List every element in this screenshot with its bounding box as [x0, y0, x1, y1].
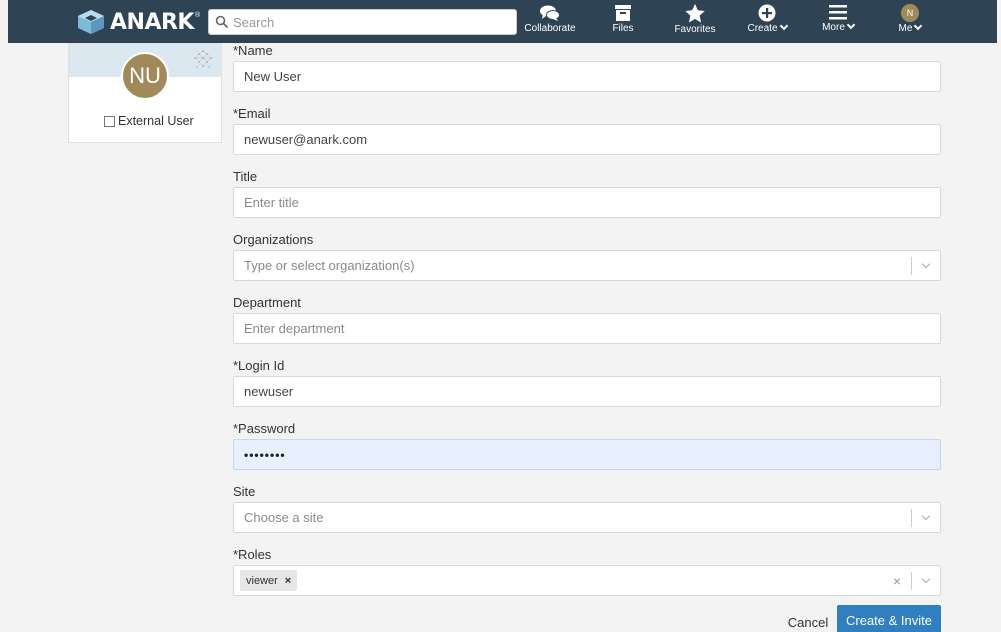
select-separator [911, 257, 912, 275]
login-id-input[interactable]: newuser [233, 376, 941, 407]
top-nav-bar: ANARK ® Collaborate [0, 0, 1001, 43]
checkbox-icon[interactable] [104, 115, 115, 127]
site-label: Site [233, 484, 256, 499]
star-icon [685, 4, 705, 23]
logo-text: ANARK [110, 9, 194, 35]
user-avatar: N [901, 4, 919, 22]
roles-select[interactable]: viewer × × [233, 565, 941, 596]
password-value: •••••••• [244, 447, 286, 462]
select-separator [911, 572, 912, 590]
nav-me[interactable]: N Me [890, 3, 930, 41]
nav-collaborate-label: Collaborate [524, 23, 576, 34]
login-id-label: *Login Id [233, 358, 285, 373]
chat-bubbles-icon [540, 5, 560, 21]
chevron-down-icon [914, 21, 923, 31]
title-input[interactable]: Enter title [233, 187, 941, 218]
title-placeholder: Enter title [244, 195, 299, 210]
organizations-label: Organizations [233, 232, 314, 247]
email-value: newuser@anark.com [244, 132, 368, 147]
password-label: *Password [233, 421, 296, 436]
chevron-down-icon [846, 20, 856, 30]
logo-registered-mark: ® [194, 11, 201, 19]
email-label: *Email [233, 106, 271, 121]
external-user-checkbox[interactable]: External User [104, 114, 194, 128]
anark-cube-icon [78, 10, 104, 34]
search-input[interactable] [233, 14, 503, 30]
department-placeholder: Enter department [244, 321, 345, 336]
role-tag-label: viewer [246, 574, 278, 587]
roles-dropdown-indicator[interactable]: × [893, 572, 940, 590]
nav-favorites[interactable]: Favorites [666, 3, 724, 41]
top-nav-background: ANARK ® Collaborate [8, 0, 997, 43]
login-id-value: newuser [244, 384, 294, 399]
name-label: *Name [233, 43, 273, 58]
site-placeholder: Choose a site [244, 510, 324, 525]
department-label: Department [233, 295, 301, 310]
nav-create[interactable]: Create [738, 3, 796, 41]
name-value: New User [244, 69, 302, 84]
profile-avatar[interactable]: NU [121, 52, 169, 100]
nav-favorites-label: Favorites [674, 24, 716, 35]
plus-circle-icon [758, 4, 776, 22]
hamburger-menu-icon [829, 5, 847, 20]
chevron-down-icon [921, 574, 931, 584]
title-label: Title [233, 169, 258, 184]
site-select[interactable]: Choose a site [233, 502, 941, 533]
nav-more-label: More [822, 22, 845, 33]
name-input[interactable]: New User [233, 61, 941, 92]
wireframe-ornament-icon [194, 50, 212, 68]
anark-logo[interactable]: ANARK ® [76, 8, 200, 36]
nav-files-label: Files [612, 23, 634, 34]
site-dropdown-indicator[interactable] [911, 509, 940, 527]
search-icon [215, 15, 229, 29]
nav-more[interactable]: More [813, 3, 863, 41]
password-input[interactable]: •••••••• [233, 439, 941, 470]
remove-tag-icon[interactable]: × [285, 575, 291, 587]
organizations-dropdown-indicator[interactable] [911, 257, 940, 275]
chevron-down-icon [921, 259, 931, 269]
external-user-label: External User [118, 114, 194, 128]
clear-icon[interactable]: × [893, 573, 901, 589]
nav-files[interactable]: Files [603, 3, 643, 41]
roles-label: *Roles [233, 547, 272, 562]
department-input[interactable]: Enter department [233, 313, 941, 344]
organizations-select[interactable]: Type or select organization(s) [233, 250, 941, 281]
chevron-down-icon [779, 21, 788, 31]
create-invite-button[interactable]: Create & Invite [837, 605, 941, 632]
search-box[interactable] [208, 9, 517, 35]
profile-card: NU External User [68, 43, 222, 143]
role-tag-viewer: viewer × [240, 570, 298, 591]
organizations-placeholder: Type or select organization(s) [244, 258, 415, 273]
archive-box-icon [615, 5, 631, 21]
email-input[interactable]: newuser@anark.com [233, 124, 941, 155]
nav-create-label: Create [747, 23, 778, 34]
select-separator [911, 509, 912, 527]
nav-me-label: Me [898, 23, 913, 34]
cancel-button[interactable]: Cancel [783, 609, 833, 632]
chevron-down-icon [921, 511, 931, 521]
nav-collaborate[interactable]: Collaborate [520, 3, 580, 41]
